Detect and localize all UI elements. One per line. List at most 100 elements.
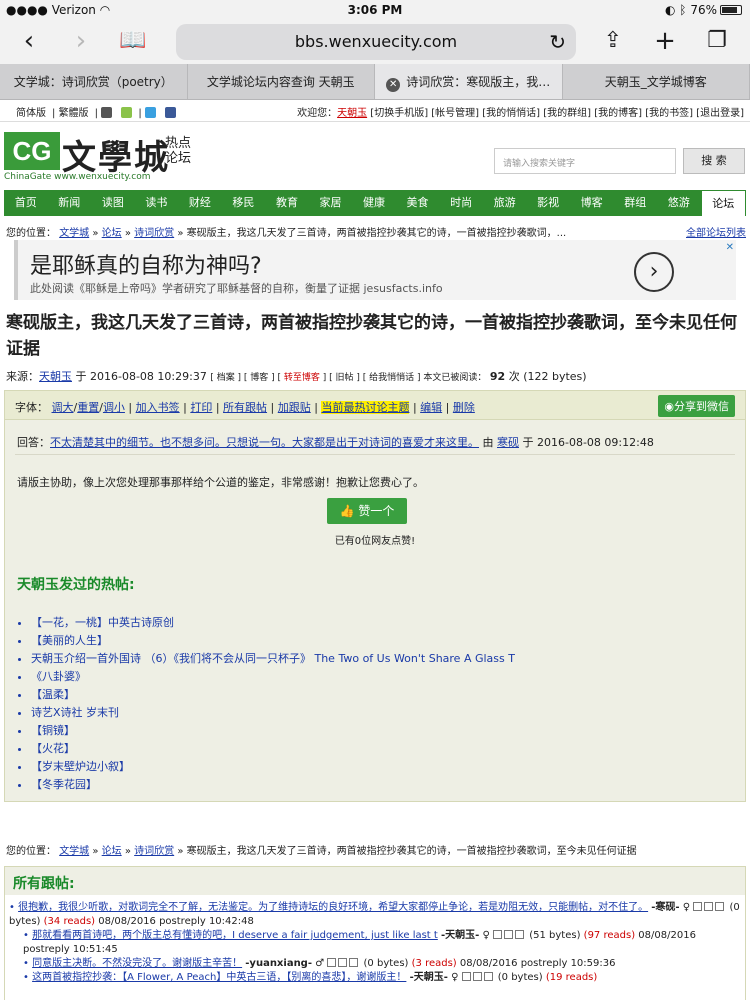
followup-link[interactable]: 这两首被指控抄袭：【A Flower, A Peach】中英古三语，【别离的喜悲… [32,972,406,983]
print-link[interactable]: 打印 [190,401,212,414]
list-item: • 同意版主决断。不然没完没了。谢谢版主辛苦！ -yuanxiang- ♂ (0… [9,957,741,971]
crumb-home[interactable]: 文学城 [59,228,89,239]
font-reset[interactable]: 重置 [77,401,99,414]
edit-link[interactable]: 编辑 [420,401,442,414]
like-button[interactable]: 👍 赞一个 [327,498,407,524]
simplified-link[interactable]: 简体版 [16,108,46,119]
doc-icon[interactable] [327,958,336,967]
nav-item[interactable]: 读图 [91,190,135,216]
list-item[interactable]: 【岁末壁炉边小叙】 [31,758,515,776]
list-item[interactable]: 【冬季花园】 [31,776,515,794]
followup-author[interactable]: -天朝玉- [441,930,479,941]
nav-item[interactable]: 财经 [178,190,222,216]
ad-title: 是耶稣真的自称为神吗? [30,248,262,280]
tab-blog[interactable]: 天朝玉_文学城博客 [563,64,750,99]
reload-icon[interactable]: ↻ [549,24,566,60]
nav-item[interactable]: 时尚 [439,190,483,216]
nav-item[interactable]: 悠游 [657,190,701,216]
msg-icon[interactable] [338,958,347,967]
search-input[interactable]: 请输入搜索关键字 [494,148,676,174]
user-icon[interactable] [484,972,493,981]
apple-icon[interactable] [101,107,112,118]
ad-arrow-icon[interactable]: › [634,252,674,292]
followup-link[interactable]: 同意版主决断。不然没完没了。谢谢版主辛苦！ [32,958,242,969]
tab-poetry[interactable]: 文学城：诗词欣赏（poetry） [0,64,188,99]
new-tab-icon[interactable]: + [650,26,680,56]
doc-icon[interactable] [462,972,471,981]
followup-link[interactable]: 那就看看两首诗吧，两个版主总有懂诗的吧，I deserve a fair jud… [32,930,438,941]
account-links[interactable]: [切换手机版] [帐号管理] [我的悄悄话] [我的群组] [我的博客] [我的… [370,108,744,119]
bookmarks-icon[interactable]: 📖 [118,26,148,56]
crumb-poetry[interactable]: 诗词欣赏 [134,228,174,239]
nav-item[interactable]: 影视 [526,190,570,216]
crumb-poetry[interactable]: 诗词欣赏 [134,846,174,857]
address-bar[interactable]: bbs.wenxuecity.com ↻ [176,24,576,60]
font-smaller[interactable]: 调小 [103,401,125,414]
tab-current[interactable]: ✕诗词欣赏：寒砚版主，我… [375,64,563,99]
list-item[interactable]: 【火花】 [31,740,515,758]
bookmark-link[interactable]: 加入书签 [136,401,180,414]
nav-item[interactable]: 首页 [4,190,48,216]
reply-user-link[interactable]: 寒砚 [497,436,519,449]
list-item[interactable]: 【美丽的人生】 [31,632,515,650]
crumb-forum[interactable]: 论坛 [102,228,122,239]
followup-author[interactable]: -寒砚- [651,902,679,913]
followups-list: • 很抱歉，我很少听歌，对歌词完全不了解，无法鉴定。为了维持诗坛的良好环境，希望… [5,895,745,1001]
search-button[interactable]: 搜 索 [683,148,745,174]
font-bigger[interactable]: 调大 [52,401,74,414]
nav-item[interactable]: 家居 [309,190,353,216]
list-item[interactable]: 诗艺X诗社 岁末刊 [31,704,515,722]
doc-icon[interactable] [693,902,702,911]
nav-item[interactable]: 健康 [352,190,396,216]
nav-item[interactable]: 群组 [613,190,657,216]
nav-item[interactable]: 读书 [135,190,179,216]
back-icon[interactable]: ‹ [14,26,44,56]
all-followups-link[interactable]: 所有跟帖 [223,401,267,414]
nav-item[interactable]: 美食 [396,190,440,216]
add-followup-link[interactable]: 加跟贴 [278,401,311,414]
user-icon[interactable] [349,958,358,967]
nav-item[interactable]: 旅游 [483,190,527,216]
facebook-icon[interactable] [165,107,176,118]
user-icon[interactable] [715,902,724,911]
list-item[interactable]: 《八卦婆》 [31,668,515,686]
divider [15,454,735,455]
hot-topic-link[interactable]: 当前最热讨论主题 [321,401,409,414]
nav-item[interactable]: 移民 [222,190,266,216]
nav-item[interactable]: 博客 [570,190,614,216]
list-item[interactable]: 【一花，一桃】中英古诗原创 [31,614,515,632]
author-link[interactable]: 天朝玉 [39,370,72,383]
list-item[interactable]: 天朝玉介绍一首外国诗 （6）《我们将不会从同一只杯子》 The Two of U… [31,650,515,668]
followup-author[interactable]: -yuanxiang- [245,958,312,969]
all-forums-link[interactable]: 全部论坛列表 [686,224,746,239]
followup-link[interactable]: 很抱歉，我很少听歌，对歌词完全不了解，无法鉴定。为了维持诗坛的良好环境，希望大家… [18,902,648,913]
followup-author[interactable]: -天朝玉- [410,972,448,983]
list-item[interactable]: 【温柔】 [31,686,515,704]
nav-item-forum[interactable]: 论坛 [701,190,747,216]
tabs-icon[interactable]: ❐ [702,26,732,56]
forward-icon[interactable]: › [66,26,96,56]
reply-link[interactable]: 不太清楚其中的细节。也不想多问。只想说一句。大家都是出于对诗词的喜爱才来这里。 [50,436,479,449]
doc-icon[interactable] [493,930,502,939]
msg-icon[interactable] [504,930,513,939]
username-link[interactable]: 天朝玉 [337,108,367,119]
list-item[interactable]: 【铜镜】 [31,722,515,740]
tab-search[interactable]: 文学城论坛内容查询 天朝玉 [188,64,376,99]
user-icon[interactable] [515,930,524,939]
delete-link[interactable]: 删除 [453,401,475,414]
nav-item[interactable]: 新闻 [48,190,92,216]
share-icon[interactable]: ⇪ [598,26,628,56]
share-wechat-button[interactable]: ◉分享到微信 [658,395,735,417]
logo[interactable]: CG [4,132,60,170]
android-icon[interactable] [121,107,132,118]
msg-icon[interactable] [704,902,713,911]
traditional-link[interactable]: 繁體版 [59,108,89,119]
crumb-home[interactable]: 文学城 [59,846,89,857]
ad-banner[interactable]: 是耶稣真的自称为神吗? 此处阅读《耶稣是上帝吗》学者研究了耶稣基督的自称，衡量了… [14,240,736,300]
crumb-forum[interactable]: 论坛 [102,846,122,857]
twitter-icon[interactable] [145,107,156,118]
nav-item[interactable]: 教育 [265,190,309,216]
close-tab-icon[interactable]: ✕ [386,78,400,92]
ad-close-icon[interactable]: ✕ [726,242,734,253]
msg-icon[interactable] [473,972,482,981]
